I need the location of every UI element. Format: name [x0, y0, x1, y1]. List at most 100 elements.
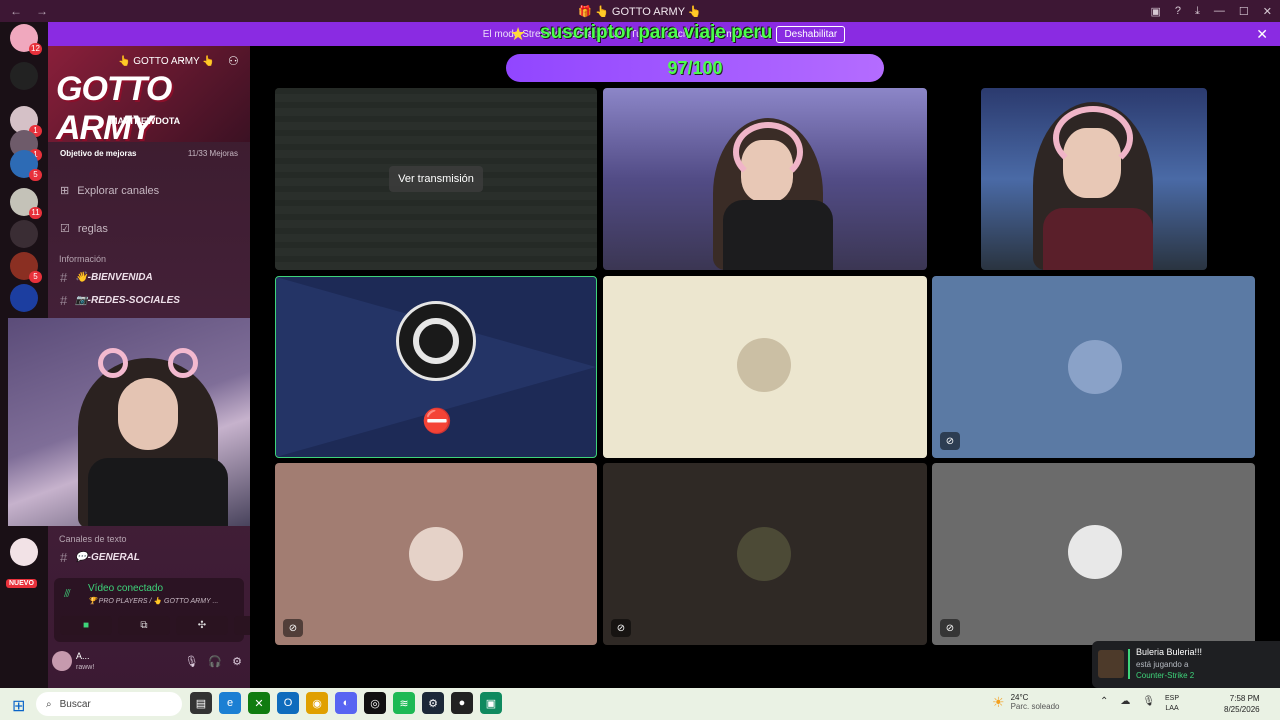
muted-mic-icon: ⊘	[283, 619, 303, 637]
obs-taskbar-icon[interactable]: ◎	[364, 692, 386, 714]
search-icon: ⌕	[46, 698, 52, 710]
help-icon[interactable]: ?	[1175, 5, 1181, 17]
video-camera-icon: ■	[82, 620, 90, 631]
language-indicator[interactable]: ESP LAA	[1165, 694, 1179, 714]
category-text[interactable]: Canales de texto	[59, 534, 127, 544]
screen-share-button[interactable]: ⧉	[118, 616, 170, 635]
window-title: 🎁 👆 GOTTO ARMY 👆	[578, 5, 702, 18]
server-icon[interactable]	[10, 538, 38, 566]
activities-button[interactable]: ✣	[176, 616, 228, 635]
screen-share-tile[interactable]: Ver transmisión	[275, 88, 597, 270]
headphones	[1053, 106, 1133, 170]
taskbar-search[interactable]: ⌕ Buscar	[36, 692, 182, 716]
server-icon[interactable]: 5	[10, 252, 42, 283]
subscription-goal-text: suscriptor para viaje peru	[540, 22, 773, 43]
cloud-icon[interactable]: ☁	[1120, 696, 1130, 707]
window-controls: ▣ ? ⤓ — ☐ ✕	[1151, 0, 1273, 22]
disable-button[interactable]: Deshabilitar	[776, 25, 846, 43]
discord-icon[interactable]: ◐	[335, 692, 357, 714]
webcam-tile-1[interactable]	[603, 88, 927, 270]
participant-avatar	[737, 338, 791, 392]
rules-label: reglas	[77, 222, 108, 235]
boost-goal[interactable]: Objetivo de mejoras 11/33 Mejoras	[56, 144, 242, 162]
server-name: 👆 GOTTO ARMY 👆	[118, 56, 215, 67]
hash-icon: #	[60, 270, 68, 285]
server-icon[interactable]	[10, 284, 38, 312]
toast-game: Counter-Strike 2	[1136, 671, 1195, 680]
gear-icon[interactable]: ⚙	[232, 655, 242, 668]
channel-label: 👋-BIENVENIDA	[75, 272, 153, 283]
server-icon[interactable]	[10, 220, 38, 248]
file-explorer-icon[interactable]: ▤	[190, 692, 212, 714]
microphone-tray-icon[interactable]: 🎙	[1142, 696, 1155, 707]
channel-bienvenida[interactable]: # 👋-BIENVENIDA	[60, 270, 153, 285]
close-window-button[interactable]: ✕	[1263, 5, 1272, 18]
maximize-button[interactable]: ☐	[1239, 5, 1249, 18]
obs-logo-icon	[396, 301, 476, 381]
avatar-tile-dark[interactable]: ⊘	[603, 463, 927, 645]
download-icon[interactable]: ⤓	[1195, 5, 1200, 18]
clock-time: 7:58 PM	[1229, 694, 1260, 703]
clock[interactable]: 7:58 PM 8/25/2026	[1224, 693, 1260, 715]
inbox-icon[interactable]: ▣	[1151, 5, 1161, 18]
app-icon[interactable]: ▣	[480, 692, 502, 714]
home-server-icon[interactable]: 12	[10, 24, 42, 55]
browse-channels-link[interactable]: ⊞ Explorar canales	[60, 184, 159, 198]
channel-redes-sociales[interactable]: # 📷-REDES-SOCIALES	[60, 293, 180, 308]
avatar-tile-gray[interactable]: ⊘	[932, 463, 1255, 645]
outlook-icon[interactable]: O	[277, 692, 299, 714]
chevron-up-icon[interactable]: ⌃	[1100, 696, 1108, 707]
avatar-tile-rose[interactable]: ⊘	[275, 463, 597, 645]
taskbar: ⊞ ⌕ Buscar ▤ e ✕ O ◉ ◐ ◎ ≋ ⚙ ● ▣ ☀ 24°C …	[0, 688, 1280, 720]
invite-icon[interactable]: ⚇	[228, 54, 239, 68]
avatar	[1098, 650, 1124, 678]
server-icon[interactable]: 11	[10, 188, 42, 219]
category-info[interactable]: Información	[59, 254, 106, 264]
chrome-icon[interactable]: ◉	[306, 692, 328, 714]
headphones-icon[interactable]: 🎧	[208, 655, 222, 668]
edge-icon[interactable]: e	[219, 692, 241, 714]
windows-start-icon[interactable]: ⊞	[12, 696, 25, 716]
channel-general[interactable]: # 💬-GENERAL	[60, 550, 140, 565]
now-playing-server-icon[interactable]	[10, 62, 38, 90]
signal-icon[interactable]: ⫻	[64, 588, 71, 601]
server-icon[interactable]: 5	[10, 150, 42, 181]
watch-stream-button[interactable]: Ver transmisión	[389, 166, 483, 192]
xbox-icon[interactable]: ✕	[248, 692, 270, 714]
rules-link[interactable]: ☑ reglas	[60, 222, 108, 236]
lang-bottom: LAA	[1165, 705, 1179, 712]
voice-channel[interactable]: 🏆 PRO PLAYERS / 👆 GOTTO ARMY ...	[88, 597, 218, 605]
server-banner[interactable]: GOTTO ARMY MATTHEWDOTA 👆 GOTTO ARMY 👆 ⌄ …	[48, 46, 250, 147]
goal-count: 97/100	[667, 57, 723, 78]
chevron-down-icon[interactable]: ⌄	[178, 54, 186, 65]
avatar-tile-cream[interactable]	[603, 276, 927, 458]
avatar-tile-blue[interactable]: ⊘	[932, 276, 1255, 458]
channel-label: 💬-GENERAL	[75, 552, 140, 563]
minimize-button[interactable]: —	[1214, 5, 1225, 17]
toast-user: Buleria Buleria!!!	[1136, 647, 1203, 657]
participant-avatar	[409, 527, 463, 581]
steam-icon[interactable]: ⚙	[422, 692, 444, 714]
obs-studio-icon[interactable]: ●	[451, 692, 473, 714]
badge: 5	[29, 169, 42, 181]
obs-tile[interactable]: ⛔	[275, 276, 597, 458]
spotify-icon[interactable]: ≋	[393, 692, 415, 714]
close-icon[interactable]: ✕	[1256, 26, 1268, 43]
webcam-tile-2[interactable]	[981, 88, 1207, 270]
headphones-right	[168, 348, 198, 378]
partly-sunny-icon: ☀	[992, 693, 1005, 710]
weather-widget[interactable]: ☀ 24°C Parc. soleado	[992, 693, 1059, 711]
participant-shirt	[723, 200, 833, 270]
weather-desc: Parc. soleado	[1010, 702, 1060, 711]
avatar[interactable]	[52, 651, 72, 671]
taskbar-apps: ▤ e ✕ O ◉ ◐ ◎ ≋ ⚙ ● ▣	[190, 692, 502, 714]
weather-temp: 24°C	[1010, 693, 1029, 702]
activity-toast[interactable]: Buleria Buleria!!! está jugando a Counte…	[1092, 641, 1280, 688]
user-status: raww!	[76, 664, 95, 671]
clock-date: 8/25/2026	[1224, 705, 1260, 714]
subscription-goal-bar: 97/100	[506, 54, 884, 82]
microphone-icon[interactable]: 🎙	[184, 655, 198, 668]
hash-icon: #	[60, 293, 68, 308]
voice-connection-panel: ⫻ Vídeo conectado 🏆 PRO PLAYERS / 👆 GOTT…	[54, 578, 286, 642]
camera-button[interactable]: ■	[60, 616, 112, 635]
